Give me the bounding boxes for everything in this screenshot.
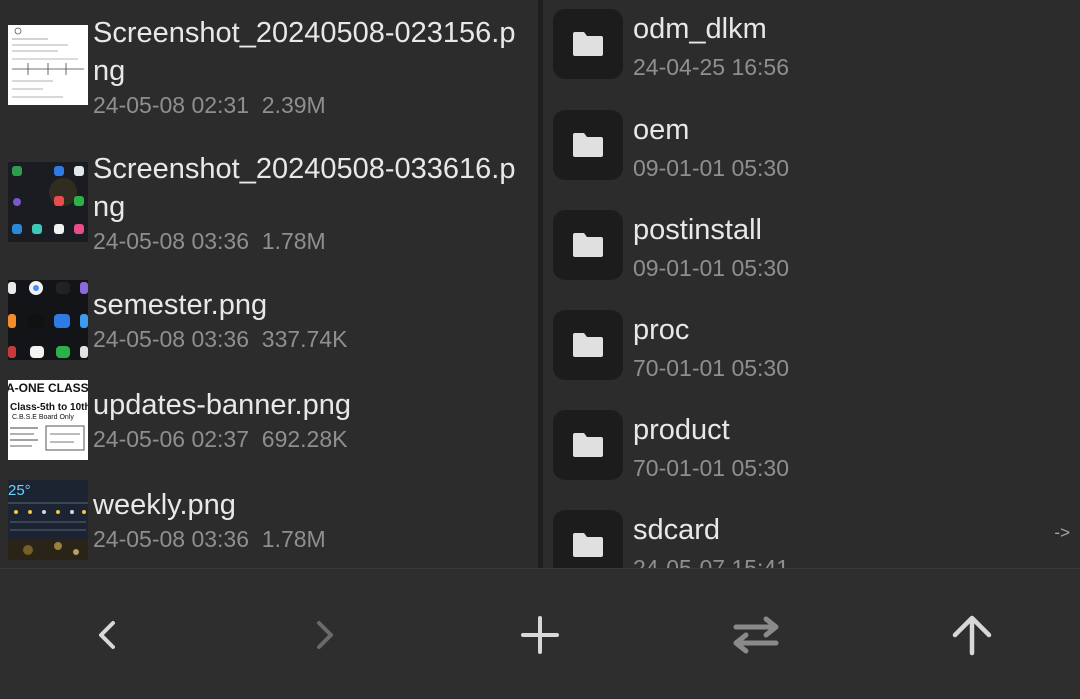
- folder-row[interactable]: postinstall 09-01-01 05:30: [543, 201, 1080, 301]
- folder-row[interactable]: odm_dlkm 24-04-25 16:56: [543, 0, 1080, 100]
- file-meta: 24-05-06 02:37 692.28K: [93, 424, 538, 454]
- file-row[interactable]: A-ONE CLASSES Class-5th to 10th C.B.S.E …: [0, 380, 538, 460]
- file-manager-app: Screenshot_20240508-023156.png 24-05-08 …: [0, 0, 1080, 699]
- folder-name: product: [633, 414, 730, 446]
- file-name: Screenshot_20240508-033616.png: [93, 153, 516, 223]
- file-name: semester.png: [93, 289, 268, 321]
- file-row[interactable]: 25° weekly.png 24-05-08 03:36 1.78M: [0, 480, 538, 560]
- folder-date: 24-05-07 15:41: [633, 555, 790, 568]
- chevron-right-icon: [317, 620, 333, 649]
- file-name: updates-banner.png: [93, 389, 351, 421]
- folder-icon: [553, 510, 623, 568]
- bottom-toolbar: [0, 568, 1080, 699]
- symlink-arrow-hint: ->: [1054, 523, 1070, 542]
- file-date: 24-05-06 02:37: [93, 426, 250, 452]
- banner-thumb-line: C.B.S.E Board Only: [12, 414, 74, 421]
- folder-date: 70-01-01 05:30: [633, 355, 790, 381]
- chevron-left-icon: [99, 620, 115, 649]
- doc-thumb-icon: [8, 25, 88, 105]
- folder-name: oem: [633, 114, 690, 146]
- folder-date: 09-01-01 05:30: [633, 255, 790, 281]
- file-date: 24-05-08 03:36: [93, 228, 250, 254]
- go-up-button[interactable]: [912, 569, 1032, 699]
- banner-thumb-line: Class-5th to 10th: [10, 402, 88, 413]
- file-row[interactable]: Screenshot_20240508-033616.png 24-05-08 …: [0, 150, 538, 256]
- file-meta: 24-05-08 02:31 2.39M: [93, 90, 538, 120]
- folder-date: 70-01-01 05:30: [633, 455, 790, 481]
- file-size: 2.39M: [261, 92, 326, 118]
- banner-thumb-title: A-ONE CLASSES: [8, 381, 88, 395]
- folder-name: sdcard: [633, 514, 721, 546]
- file-size: 1.78M: [261, 526, 326, 552]
- add-button[interactable]: [480, 569, 600, 699]
- folder-name: odm_dlkm: [633, 13, 767, 45]
- folder-icon: [553, 9, 623, 79]
- file-date: 24-05-08 03:36: [93, 526, 250, 552]
- file-name: weekly.png: [93, 489, 236, 521]
- apps-thumb-icon: [8, 280, 88, 360]
- folder-icon: [553, 110, 623, 180]
- folder-date: 09-01-01 05:30: [633, 155, 790, 181]
- file-row[interactable]: semester.png 24-05-08 03:36 337.74K: [0, 280, 538, 360]
- homescreen-thumb-icon: [8, 162, 88, 242]
- file-name: Screenshot_20240508-023156.png: [93, 17, 516, 87]
- back-button[interactable]: [48, 569, 168, 699]
- file-size: 692.28K: [261, 426, 348, 452]
- banner-thumb-icon: A-ONE CLASSES Class-5th to 10th C.B.S.E …: [8, 380, 88, 460]
- weather-thumb-icon: 25°: [8, 480, 88, 560]
- folder-row[interactable]: product 70-01-01 05:30: [543, 401, 1080, 501]
- swap-arrows-icon: [733, 616, 779, 653]
- folder-row[interactable]: oem 09-01-01 05:30: [543, 101, 1080, 201]
- folder-name: proc: [633, 314, 690, 346]
- arrow-up-icon: [952, 615, 992, 655]
- file-meta: 24-05-08 03:36 337.74K: [93, 324, 538, 354]
- file-row[interactable]: Screenshot_20240508-023156.png 24-05-08 …: [0, 14, 538, 120]
- right-file-pane[interactable]: odm_dlkm 24-04-25 16:56 oem 09-01-01 05:…: [543, 0, 1080, 568]
- folder-icon: [553, 210, 623, 280]
- file-date: 24-05-08 03:36: [93, 326, 250, 352]
- folder-name: postinstall: [633, 214, 762, 246]
- left-file-pane[interactable]: Screenshot_20240508-023156.png 24-05-08 …: [0, 0, 538, 568]
- file-meta: 24-05-08 03:36 1.78M: [93, 226, 538, 256]
- file-meta: 24-05-08 03:36 1.78M: [93, 524, 538, 554]
- folder-date: 24-04-25 16:56: [633, 54, 790, 80]
- folder-row[interactable]: proc 70-01-01 05:30: [543, 301, 1080, 401]
- file-size: 1.78M: [261, 228, 326, 254]
- plus-icon: [521, 615, 559, 654]
- forward-button[interactable]: [264, 569, 384, 699]
- folder-icon: [553, 410, 623, 480]
- file-size: 337.74K: [261, 326, 348, 352]
- folder-icon: [553, 310, 623, 380]
- folder-row[interactable]: sdcard 24-05-07 15:41 ->: [543, 501, 1080, 568]
- file-date: 24-05-08 02:31: [93, 92, 250, 118]
- swap-panes-button[interactable]: [696, 569, 816, 699]
- weather-thumb-temp: 25°: [8, 482, 31, 499]
